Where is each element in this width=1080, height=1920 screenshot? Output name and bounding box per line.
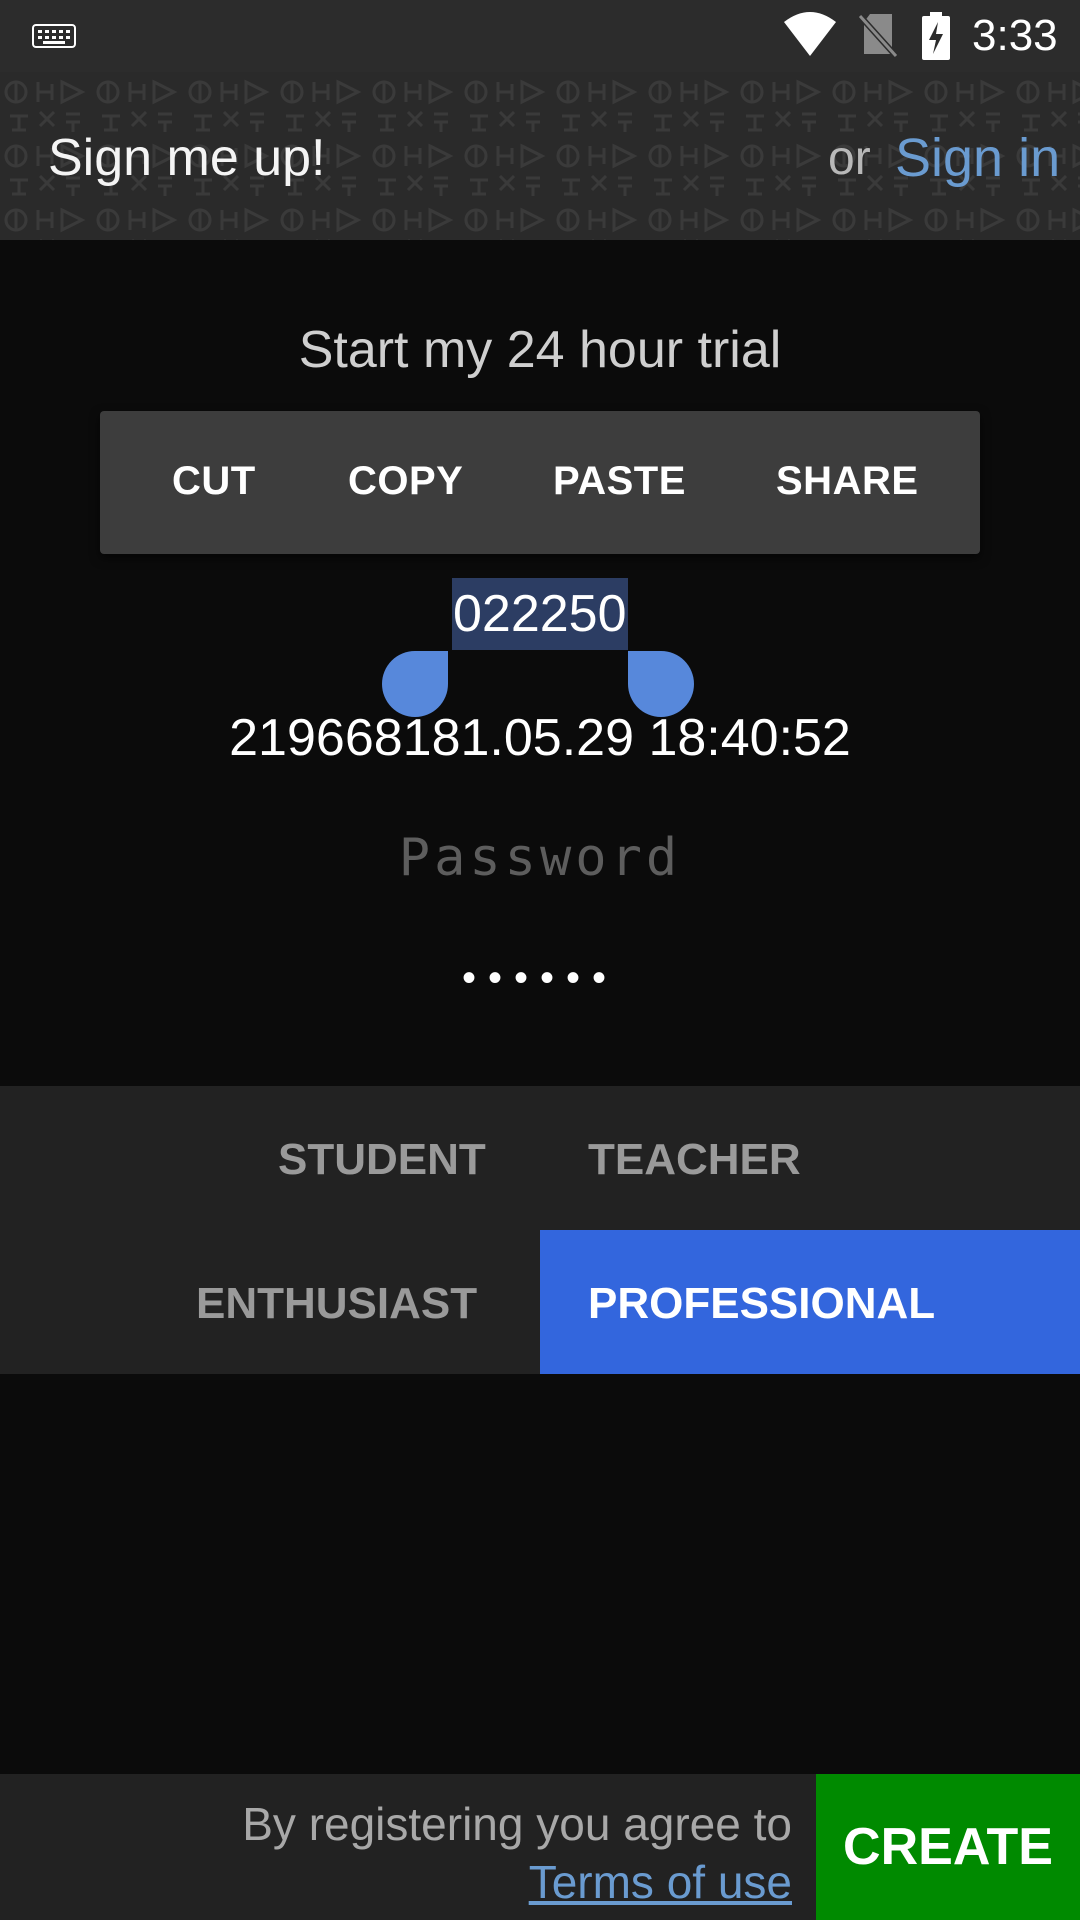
footer: By registering you agree to Terms of use… xyxy=(0,1774,1080,1920)
terms-notice: By registering you agree to xyxy=(242,1798,792,1850)
create-button[interactable]: CREATE xyxy=(816,1774,1080,1920)
password-label: Password xyxy=(398,828,682,888)
code-value: 022250 xyxy=(453,585,627,643)
role-teacher-option[interactable]: TEACHER xyxy=(588,1134,801,1186)
no-sim-icon xyxy=(857,12,899,63)
sign-in-link[interactable]: Sign in xyxy=(895,128,1060,188)
battery-charging-icon xyxy=(920,12,952,65)
or-label: or xyxy=(828,132,871,185)
role-student-option[interactable]: STUDENT xyxy=(278,1134,486,1186)
role-professional-option[interactable]: PROFESSIONAL xyxy=(588,1278,935,1330)
terms-of-use-link[interactable]: Terms of use xyxy=(529,1854,792,1910)
page-title: Sign me up! xyxy=(48,129,326,187)
share-menu-item[interactable]: SHARE xyxy=(776,457,919,505)
wifi-icon xyxy=(782,10,838,63)
selected-code-text[interactable]: 022250 xyxy=(452,578,628,650)
cut-menu-item[interactable]: CUT xyxy=(172,457,256,505)
paste-menu-item[interactable]: PASTE xyxy=(553,457,686,505)
datetime-field[interactable]: 219668181.05.29 18:40:52 xyxy=(0,706,1080,770)
role-enthusiast-option[interactable]: ENTHUSIAST xyxy=(196,1278,477,1330)
status-bar: 3:33 xyxy=(0,0,1080,72)
trial-heading: Start my 24 hour trial xyxy=(298,321,782,379)
text-selection-menu: CUT COPY PASTE SHARE xyxy=(100,411,980,554)
header: Sign me up! or Sign in xyxy=(0,72,1080,240)
keyboard-icon xyxy=(32,24,76,53)
password-input[interactable]: •••••• xyxy=(0,958,1080,998)
copy-menu-item[interactable]: COPY xyxy=(348,457,463,505)
role-selector: STUDENT TEACHER ENTHUSIAST PROFESSIONAL xyxy=(0,1086,1080,1374)
status-clock: 3:33 xyxy=(972,11,1058,60)
